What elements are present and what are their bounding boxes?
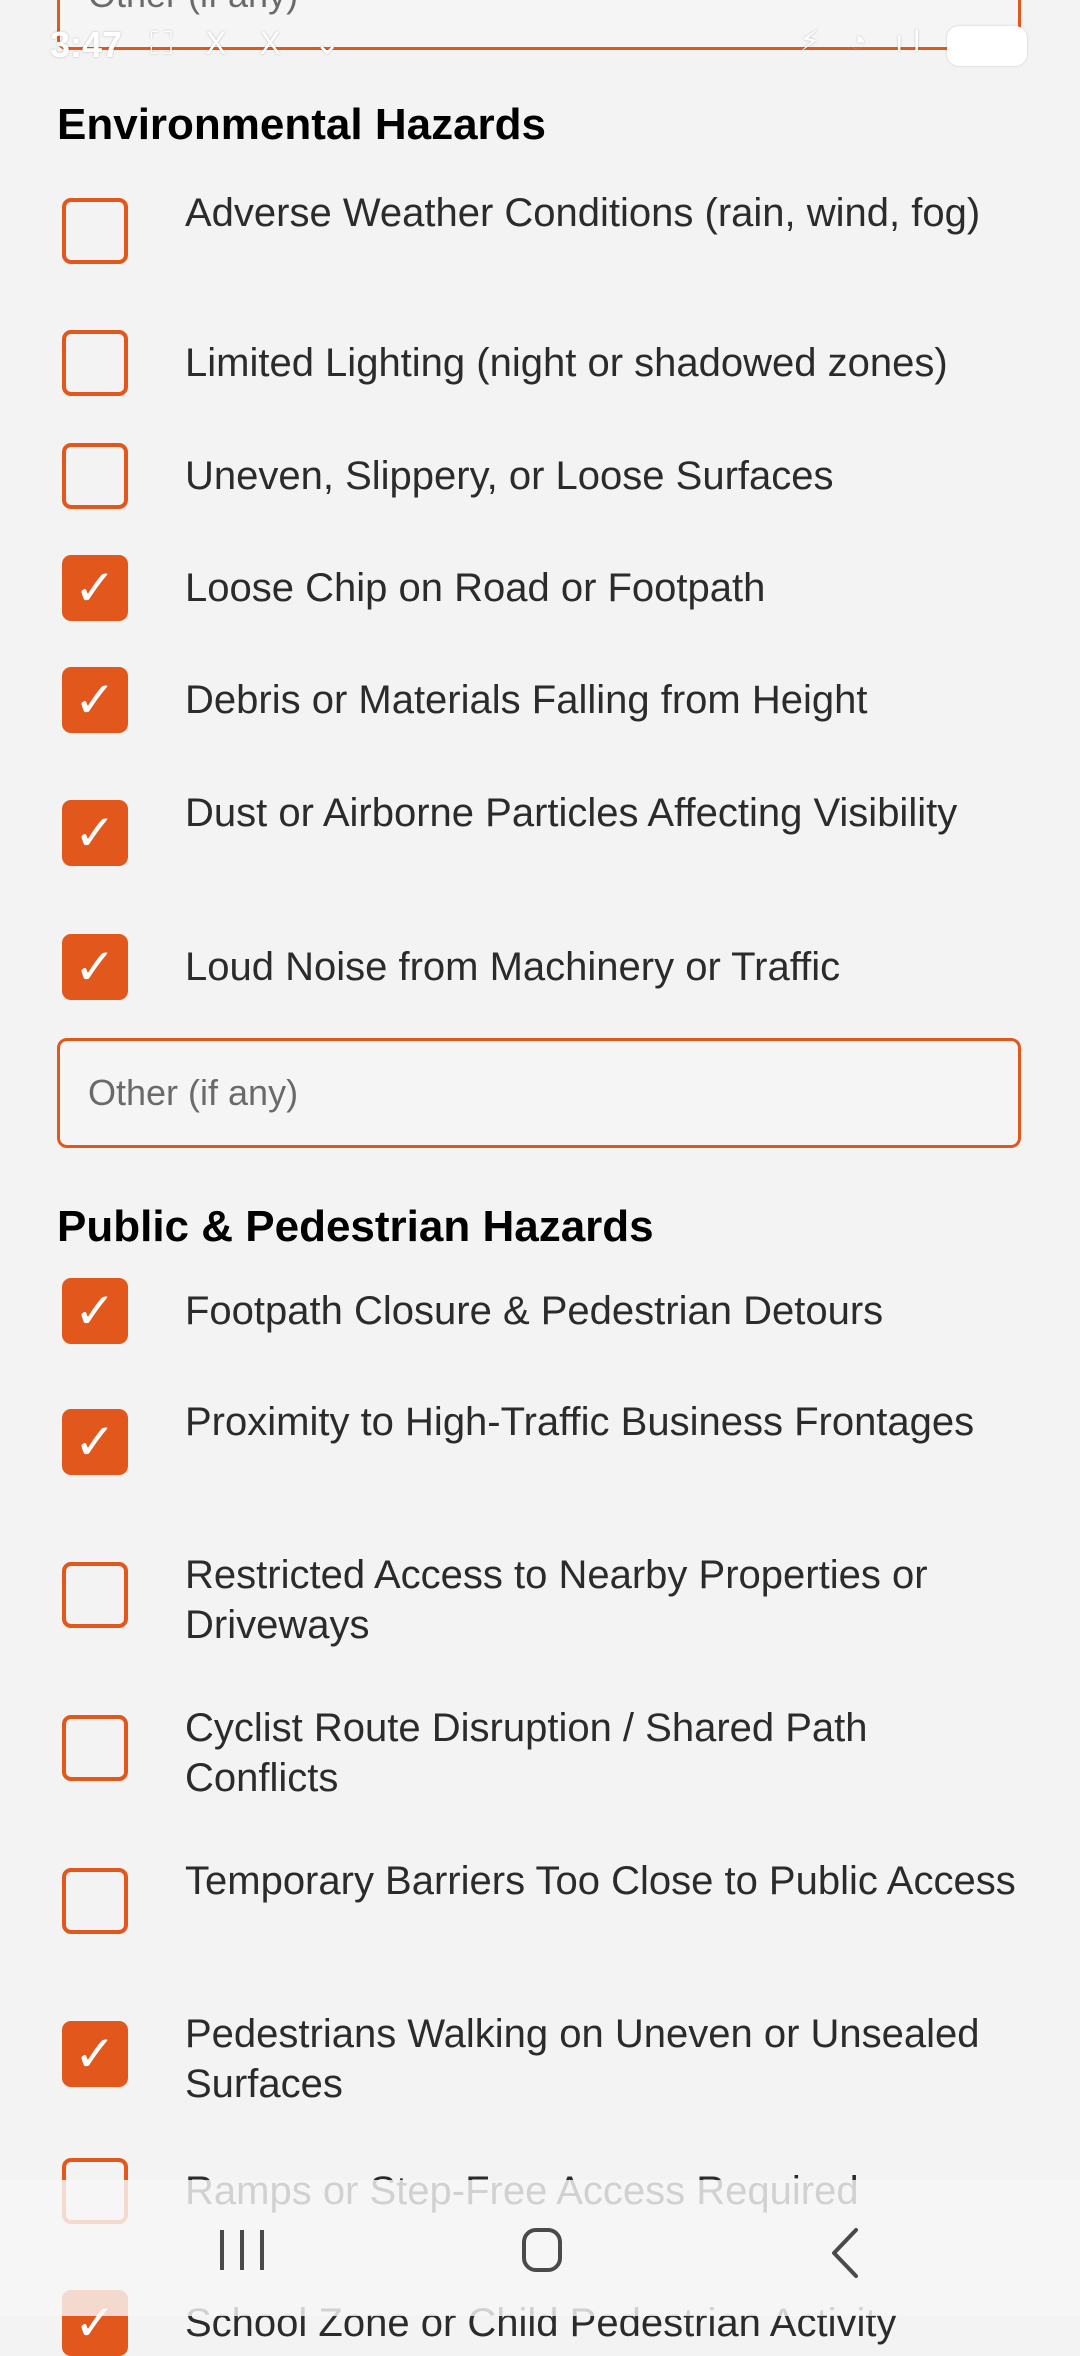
- environmental-other-input[interactable]: Other (if any): [57, 1038, 1021, 1148]
- checkmark-icon: ✓: [74, 1413, 116, 1471]
- checkmark-icon: ✓: [74, 1282, 116, 1340]
- checkbox[interactable]: ✓: [62, 800, 128, 866]
- checkbox[interactable]: [62, 330, 128, 396]
- section-title-public: Public & Pedestrian Hazards: [57, 1202, 654, 1251]
- checkbox[interactable]: ✓: [62, 667, 128, 733]
- home-icon: [522, 2228, 562, 2272]
- checkmark-icon: ✓: [74, 2025, 116, 2083]
- checkbox-label: Limited Lighting (night or shadowed zone…: [185, 341, 948, 385]
- checkbox-label: Restricted Access to Nearby Properties o…: [185, 1553, 928, 1647]
- system-navigation-bar: [0, 2180, 1080, 2316]
- checkmark-icon: ✓: [74, 559, 116, 617]
- recent-apps-button[interactable]: [202, 2218, 282, 2288]
- checkmark-icon: ✓: [74, 671, 116, 729]
- checkbox[interactable]: ✓: [62, 2021, 128, 2087]
- checkmark-icon: ✓: [74, 804, 116, 862]
- other-hazards-input[interactable]: Other (if any): [57, 0, 1021, 50]
- checkbox-label: Cyclist Route Disruption / Shared Path C…: [185, 1706, 868, 1800]
- back-button[interactable]: [806, 2218, 886, 2288]
- other-hazards-placeholder: Other (if any): [88, 0, 298, 16]
- checkbox-label: Temporary Barriers Too Close to Public A…: [185, 1859, 1016, 1903]
- checkmark-icon: ✓: [74, 938, 116, 996]
- checkbox[interactable]: ✓: [62, 1409, 128, 1475]
- checkbox-label: Adverse Weather Conditions (rain, wind, …: [185, 191, 981, 235]
- checkbox-label: Loose Chip on Road or Footpath: [185, 566, 766, 610]
- checkbox-label: Pedestrians Walking on Uneven or Unseale…: [185, 2012, 980, 2106]
- checkbox[interactable]: ✓: [62, 555, 128, 621]
- home-button[interactable]: [504, 2218, 584, 2288]
- checkbox[interactable]: [62, 443, 128, 509]
- checkbox-label: Dust or Airborne Particles Affecting Vis…: [185, 791, 958, 835]
- checkbox-label: Proximity to High-Traffic Business Front…: [185, 1400, 975, 1444]
- checkbox[interactable]: [62, 1868, 128, 1934]
- checkbox[interactable]: ✓: [62, 934, 128, 1000]
- checkbox[interactable]: [62, 198, 128, 264]
- checkbox-label: Footpath Closure & Pedestrian Detours: [185, 1289, 884, 1333]
- section-title-environmental: Environmental Hazards: [57, 100, 547, 149]
- checkbox[interactable]: [62, 1715, 128, 1781]
- checkbox[interactable]: ✓: [62, 1278, 128, 1344]
- checkbox-label: Uneven, Slippery, or Loose Surfaces: [185, 454, 834, 498]
- back-chevron-icon: [832, 2228, 858, 2278]
- checkbox-label: Loud Noise from Machinery or Traffic: [185, 945, 841, 989]
- checkbox[interactable]: [62, 1562, 128, 1628]
- environmental-other-placeholder: Other (if any): [88, 1072, 299, 1113]
- checkbox-label: Debris or Materials Falling from Height: [185, 678, 868, 722]
